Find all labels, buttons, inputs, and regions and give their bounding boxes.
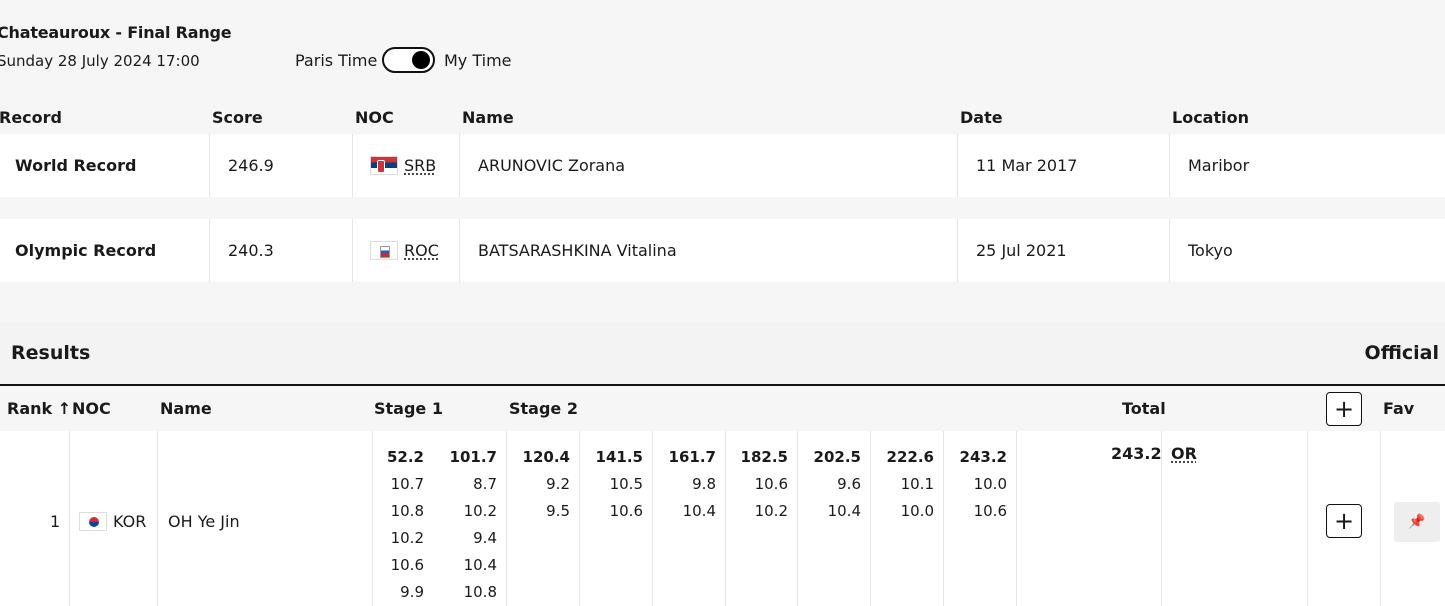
korea-flag-icon [79,512,107,531]
shot-score: 9.2 [546,475,570,493]
stage-column: 243.2 10.0 10.6 [947,444,1007,525]
total-score: 243.2 [1111,444,1162,463]
score-header: Score [212,108,263,127]
shot-score: 10.2 [754,502,788,520]
cumulative-score: 120.4 [522,448,570,466]
stage-column: 222.6 10.1 10.0 [874,444,934,525]
stage1-header: Stage 1 [374,399,443,418]
record-noc[interactable]: SRB [370,134,436,197]
stage-column: 202.5 9.6 10.4 [801,444,861,525]
record-type: World Record [15,156,137,175]
shot-score: 10.2 [390,529,424,547]
noc-header: NOC [355,108,394,127]
results-header [0,388,1445,431]
cumulative-score: 222.6 [886,448,934,466]
rank-value: 1 [50,512,61,531]
pin-icon: 📌 [1408,514,1426,530]
cumulative-score: 141.5 [595,448,643,466]
shot-score: 10.7 [390,475,424,493]
shot-score: 10.8 [463,583,497,601]
stage-column: 161.7 9.8 10.4 [656,444,716,525]
name-col-header: Name [160,399,212,418]
total-header: Total [1122,399,1166,418]
plus-icon: + [1333,507,1355,535]
record-noc[interactable]: ROC [370,219,439,282]
shot-score: 10.0 [900,502,934,520]
shot-score: 10.4 [463,556,497,574]
athlete-noc[interactable]: KOR [79,512,146,531]
noc-col-header: NOC [72,399,111,418]
shot-score: 10.6 [609,502,643,520]
stage-column: 101.7 8.7 10.2 9.4 10.4 10.8 [437,444,497,606]
time-toggle[interactable] [382,47,435,73]
cumulative-score: 182.5 [740,448,788,466]
shot-score: 10.5 [609,475,643,493]
shot-score: 9.9 [400,583,424,601]
arrow-up-icon: ↑ [57,399,72,418]
shot-score: 10.8 [390,502,424,520]
results-title: Results [11,342,91,364]
record-location: Maribor [1188,156,1250,175]
add-column-button[interactable]: + [1326,392,1362,426]
stage-column: 52.2 10.7 10.8 10.2 10.6 9.9 [364,444,424,606]
record-row: World Record 246.9 SRB ARUNOVIC Zorana 1… [0,134,1445,197]
record-badge: OR [1171,444,1197,463]
shot-score: 9.4 [473,529,497,547]
shot-score: 10.6 [973,502,1007,520]
event-datetime: Sunday 28 July 2024 17:00 [0,52,200,70]
status-badge: Official [1364,342,1439,364]
name-header: Name [462,108,514,127]
cumulative-score: 161.7 [668,448,716,466]
record-row: Olympic Record 240.3 ROC BATSARASHKINA V… [0,219,1445,282]
stage-column: 182.5 10.6 10.2 [728,444,788,525]
stage2-header: Stage 2 [509,399,578,418]
shot-score: 9.8 [692,475,716,493]
shot-score: 9.6 [837,475,861,493]
roc-flag-icon [370,241,398,260]
plus-icon: + [1333,395,1355,423]
stage-column: 141.5 10.5 10.6 [583,444,643,525]
toggle-knob [412,51,430,69]
shot-score: 10.6 [754,475,788,493]
results-bar [0,322,1445,386]
record-header: Record [0,108,62,127]
shot-score: 10.4 [827,502,861,520]
athlete-name[interactable]: OH Ye Jin [168,512,240,531]
shot-score: 10.1 [900,475,934,493]
paris-time-label: Paris Time [295,51,378,70]
record-type: Olympic Record [15,241,157,260]
shot-score: 9.5 [546,502,570,520]
expand-row-button[interactable]: + [1326,504,1362,538]
fav-header: Fav [1383,399,1415,418]
cumulative-score: 202.5 [813,448,861,466]
record-score: 246.9 [228,156,274,175]
rank-header[interactable]: Rank ↑ [7,399,71,418]
page-title: Chateauroux - Final Range [0,23,232,42]
shot-score: 8.7 [473,475,497,493]
date-header: Date [960,108,1003,127]
record-location: Tokyo [1188,241,1233,260]
favorite-pin-button[interactable]: 📌 [1394,502,1440,542]
record-athlete: BATSARASHKINA Vitalina [478,241,677,260]
shot-score: 10.4 [682,502,716,520]
cumulative-score: 243.2 [959,448,1007,466]
location-header: Location [1172,108,1249,127]
cumulative-score: 101.7 [449,448,497,466]
serbia-flag-icon [370,156,398,175]
shot-score: 10.6 [390,556,424,574]
record-date: 25 Jul 2021 [976,241,1067,260]
cumulative-score: 52.2 [386,448,424,466]
record-athlete: ARUNOVIC Zorana [478,156,626,175]
stage-column: 120.4 9.2 9.5 [510,444,570,525]
record-score: 240.3 [228,241,274,260]
my-time-label: My Time [444,51,512,70]
shot-score: 10.2 [463,502,497,520]
shot-score: 10.0 [973,475,1007,493]
record-date: 11 Mar 2017 [976,156,1078,175]
